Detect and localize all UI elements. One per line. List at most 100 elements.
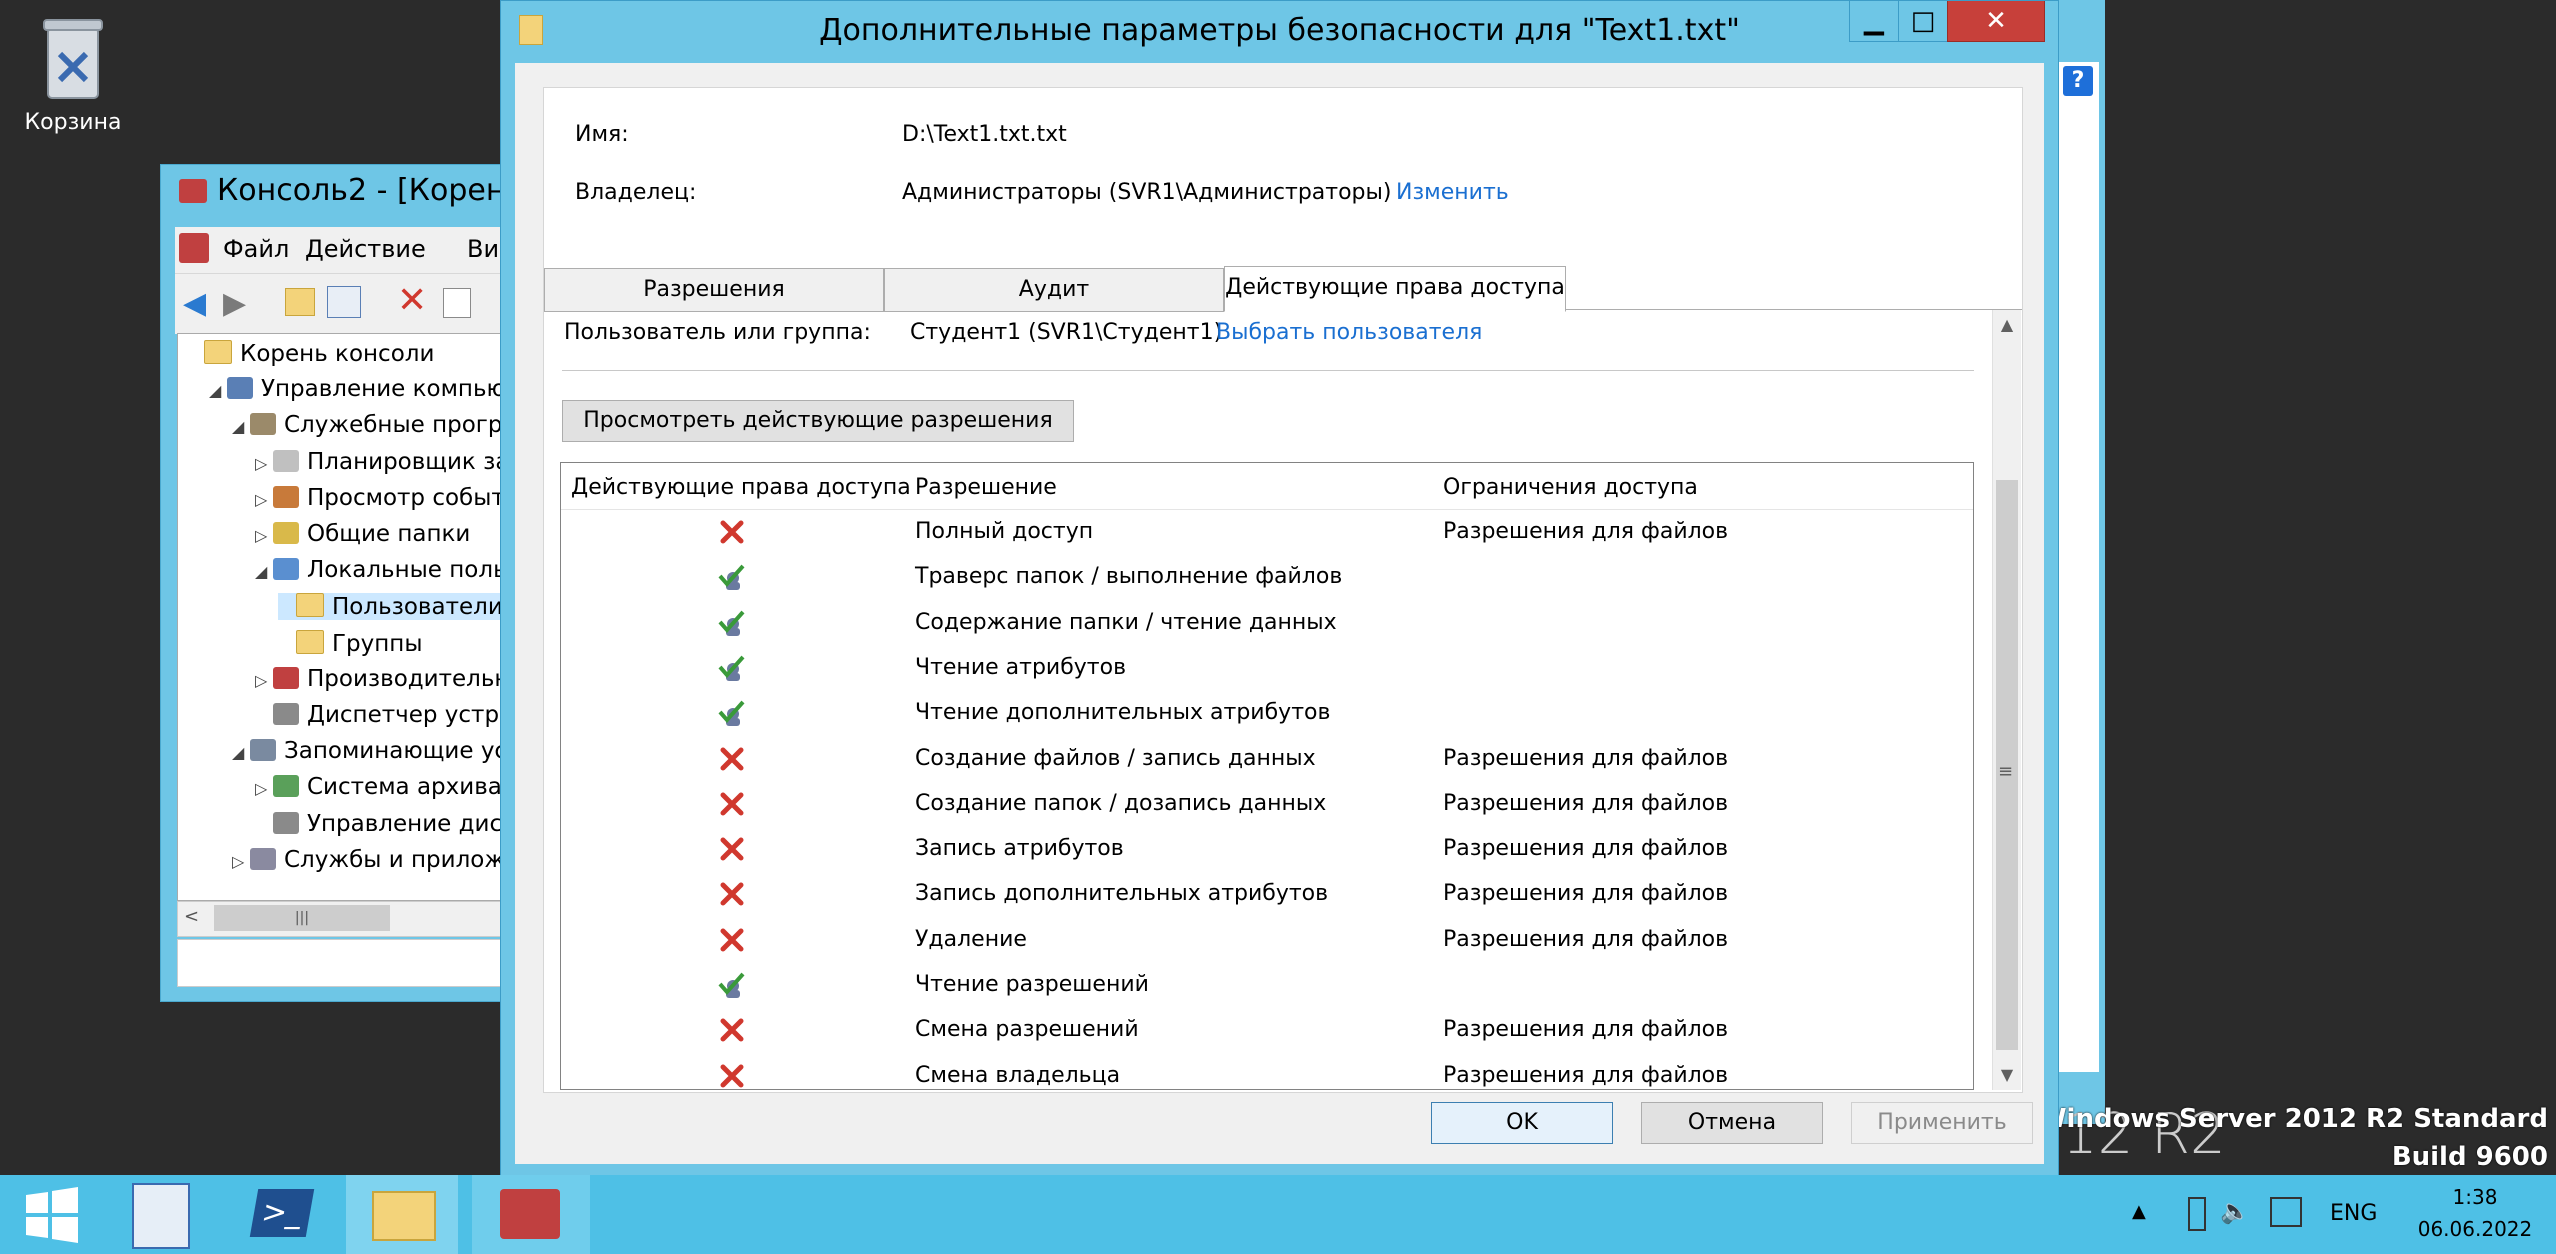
- console-window[interactable]: Консоль2 - [Корень Файл Действие Вид ◀ ▶…: [160, 164, 523, 1002]
- background-window-edge: ?: [2055, 0, 2105, 1124]
- expand-toggle-icon[interactable]: ▷: [232, 852, 250, 871]
- table-row[interactable]: Чтение атрибутов: [561, 645, 1973, 691]
- back-arrow-icon[interactable]: ◀: [183, 286, 206, 321]
- tab-permissions[interactable]: Разрешения: [544, 268, 884, 312]
- close-button[interactable]: ✕: [1947, 1, 2045, 42]
- advanced-security-dialog[interactable]: Дополнительные параметры безопасности дл…: [500, 0, 2059, 1177]
- show-hide-tree-icon[interactable]: [327, 286, 361, 318]
- permission-cell: Создание файлов / запись данных: [915, 745, 1316, 771]
- tree-node[interactable]: ◢ Локальные пользователи и группы: [255, 557, 507, 583]
- name-label: Имя:: [575, 122, 629, 147]
- tree-node[interactable]: ▷ Планировщик заданий: [255, 449, 507, 475]
- maximize-button[interactable]: □: [1898, 1, 1948, 42]
- expand-toggle-icon[interactable]: ▷: [255, 490, 273, 509]
- view-effective-access-button[interactable]: Просмотреть действующие разрешения: [562, 400, 1074, 442]
- tree-node[interactable]: Управление дисками: [255, 811, 507, 837]
- start-button[interactable]: [0, 1175, 100, 1254]
- table-row[interactable]: Смена владельца Разрешения для файлов: [561, 1053, 1973, 1089]
- column-effective-access[interactable]: Действующие права доступа: [571, 475, 911, 500]
- table-row[interactable]: Содержание папки / чтение данных: [561, 600, 1973, 646]
- hscroll-thumb[interactable]: |||: [214, 905, 390, 931]
- table-row[interactable]: Запись дополнительных атрибутов Разрешени…: [561, 871, 1973, 917]
- scroll-left-icon[interactable]: <: [184, 906, 199, 927]
- battery-icon[interactable]: [2188, 1197, 2206, 1231]
- tree-node[interactable]: Диспетчер устройств: [255, 702, 507, 728]
- expand-toggle-icon[interactable]: ◢: [232, 417, 250, 436]
- table-row[interactable]: Запись атрибутов Разрешения для файлов: [561, 826, 1973, 872]
- scroll-down-icon[interactable]: ▼: [1993, 1060, 2021, 1090]
- expand-toggle-icon[interactable]: ▷: [255, 779, 273, 798]
- recycle-bin-label: Корзина: [24, 110, 122, 135]
- tree-node[interactable]: ▷ Общие папки: [255, 521, 470, 547]
- dialog-client-area: Имя: D:\Text1.txt.txt Владелец: Админист…: [515, 63, 2044, 1164]
- taskbar-explorer[interactable]: [346, 1175, 458, 1254]
- table-row[interactable]: Траверс папок / выполнение файлов: [561, 554, 1973, 600]
- content-vscroll[interactable]: ▲ ≡ ▼: [1992, 310, 2021, 1090]
- table-row[interactable]: Смена разрешений Разрешения для файлов: [561, 1007, 1973, 1053]
- console-menu-icon[interactable]: [179, 233, 209, 263]
- tab-effective-access[interactable]: Действующие права доступа: [1224, 266, 1566, 312]
- expand-toggle-icon[interactable]: ▷: [255, 671, 273, 690]
- column-access-limited-by[interactable]: Ограничения доступа: [1443, 475, 1698, 500]
- expand-toggle-icon[interactable]: ◢: [255, 562, 273, 581]
- permission-cell: Чтение дополнительных атрибутов: [915, 700, 1331, 726]
- menu-action[interactable]: Действие: [305, 235, 426, 263]
- apply-button[interactable]: Применить: [1851, 1102, 2033, 1144]
- input-language[interactable]: ENG: [2330, 1201, 2377, 1226]
- permission-cell: Содержание папки / чтение данных: [915, 609, 1337, 635]
- console-hscroll[interactable]: < |||: [177, 901, 508, 937]
- backup-icon: [273, 775, 299, 798]
- taskbar-server-manager[interactable]: [104, 1175, 216, 1254]
- network-icon[interactable]: [2270, 1197, 2302, 1227]
- table-row[interactable]: Создание папок / дозапись данных Разрешен…: [561, 781, 1973, 827]
- permission-cell: Смена разрешений: [915, 1017, 1139, 1043]
- shared-folders-icon: [273, 522, 299, 544]
- properties-icon[interactable]: [443, 288, 471, 318]
- tree-node[interactable]: ◢ Управление компьютером: [209, 376, 507, 402]
- access-status-cell: [561, 554, 901, 600]
- up-folder-icon[interactable]: [285, 288, 315, 316]
- minimize-button[interactable]: ▁: [1849, 1, 1899, 42]
- volume-muted-icon[interactable]: 🔈: [2220, 1197, 2250, 1225]
- expand-toggle-icon[interactable]: ▷: [255, 526, 273, 545]
- table-row[interactable]: Полный доступ Разрешения для файлов: [561, 509, 1973, 555]
- tree-node-label: Пользователи: [332, 594, 503, 621]
- menu-file[interactable]: Файл: [223, 235, 289, 263]
- expand-toggle-icon[interactable]: ◢: [232, 743, 250, 762]
- tab-audit[interactable]: Аудит: [884, 268, 1224, 312]
- table-row[interactable]: Создание файлов / запись данных Разрешени…: [561, 736, 1973, 782]
- tree-node[interactable]: ▷ Просмотр событий: [255, 485, 507, 511]
- cancel-button[interactable]: Отмена: [1641, 1102, 1823, 1144]
- tree-node[interactable]: ▷ Службы и приложения: [232, 847, 507, 873]
- access-limit-cell: Разрешения для файлов: [1443, 926, 1729, 952]
- column-permission[interactable]: Разрешение: [915, 475, 1057, 500]
- table-row[interactable]: Чтение дополнительных атрибутов: [561, 690, 1973, 736]
- change-owner-link[interactable]: Изменить: [1396, 180, 1509, 205]
- taskbar-powershell[interactable]: >_: [226, 1175, 338, 1254]
- console-title: Консоль2 - [Корень: [179, 173, 523, 208]
- tree-node[interactable]: Группы: [278, 629, 422, 657]
- os-watermark: Windows Server 2012 R2 Standard Build 96…: [2038, 1100, 2548, 1176]
- select-user-link[interactable]: Выбрать пользователя: [1216, 320, 1482, 345]
- show-hidden-icons[interactable]: ▲: [2132, 1201, 2146, 1222]
- tree-node[interactable]: ◢ Служебные программы: [232, 412, 507, 438]
- expand-toggle-icon[interactable]: ◢: [209, 381, 227, 400]
- scroll-up-icon[interactable]: ▲: [1993, 310, 2021, 340]
- tree-node[interactable]: Пользователи: [278, 593, 503, 621]
- recycle-bin[interactable]: Корзина: [18, 14, 128, 135]
- help-icon[interactable]: ?: [2063, 66, 2093, 96]
- tree-node[interactable]: ◢ Запоминающие устройства: [232, 738, 507, 764]
- table-row[interactable]: Чтение разрешений: [561, 962, 1973, 1008]
- table-row[interactable]: Удаление Разрешения для файлов: [561, 917, 1973, 963]
- tree-node[interactable]: ▷ Производительность: [255, 666, 507, 692]
- taskbar-console[interactable]: [472, 1175, 590, 1254]
- ok-button[interactable]: OK: [1431, 1102, 1613, 1144]
- tree-node[interactable]: Корень консоли: [186, 340, 434, 367]
- access-status-cell: [561, 736, 901, 782]
- delete-icon[interactable]: ✕: [397, 280, 427, 321]
- tree-node[interactable]: ▷ Система архивации: [255, 774, 507, 800]
- clock[interactable]: 1:38 06.06.2022: [2400, 1181, 2550, 1245]
- expand-toggle-icon[interactable]: ▷: [255, 454, 273, 473]
- console-menubar: Файл Действие Вид: [175, 227, 516, 273]
- forward-arrow-icon[interactable]: ▶: [223, 286, 246, 321]
